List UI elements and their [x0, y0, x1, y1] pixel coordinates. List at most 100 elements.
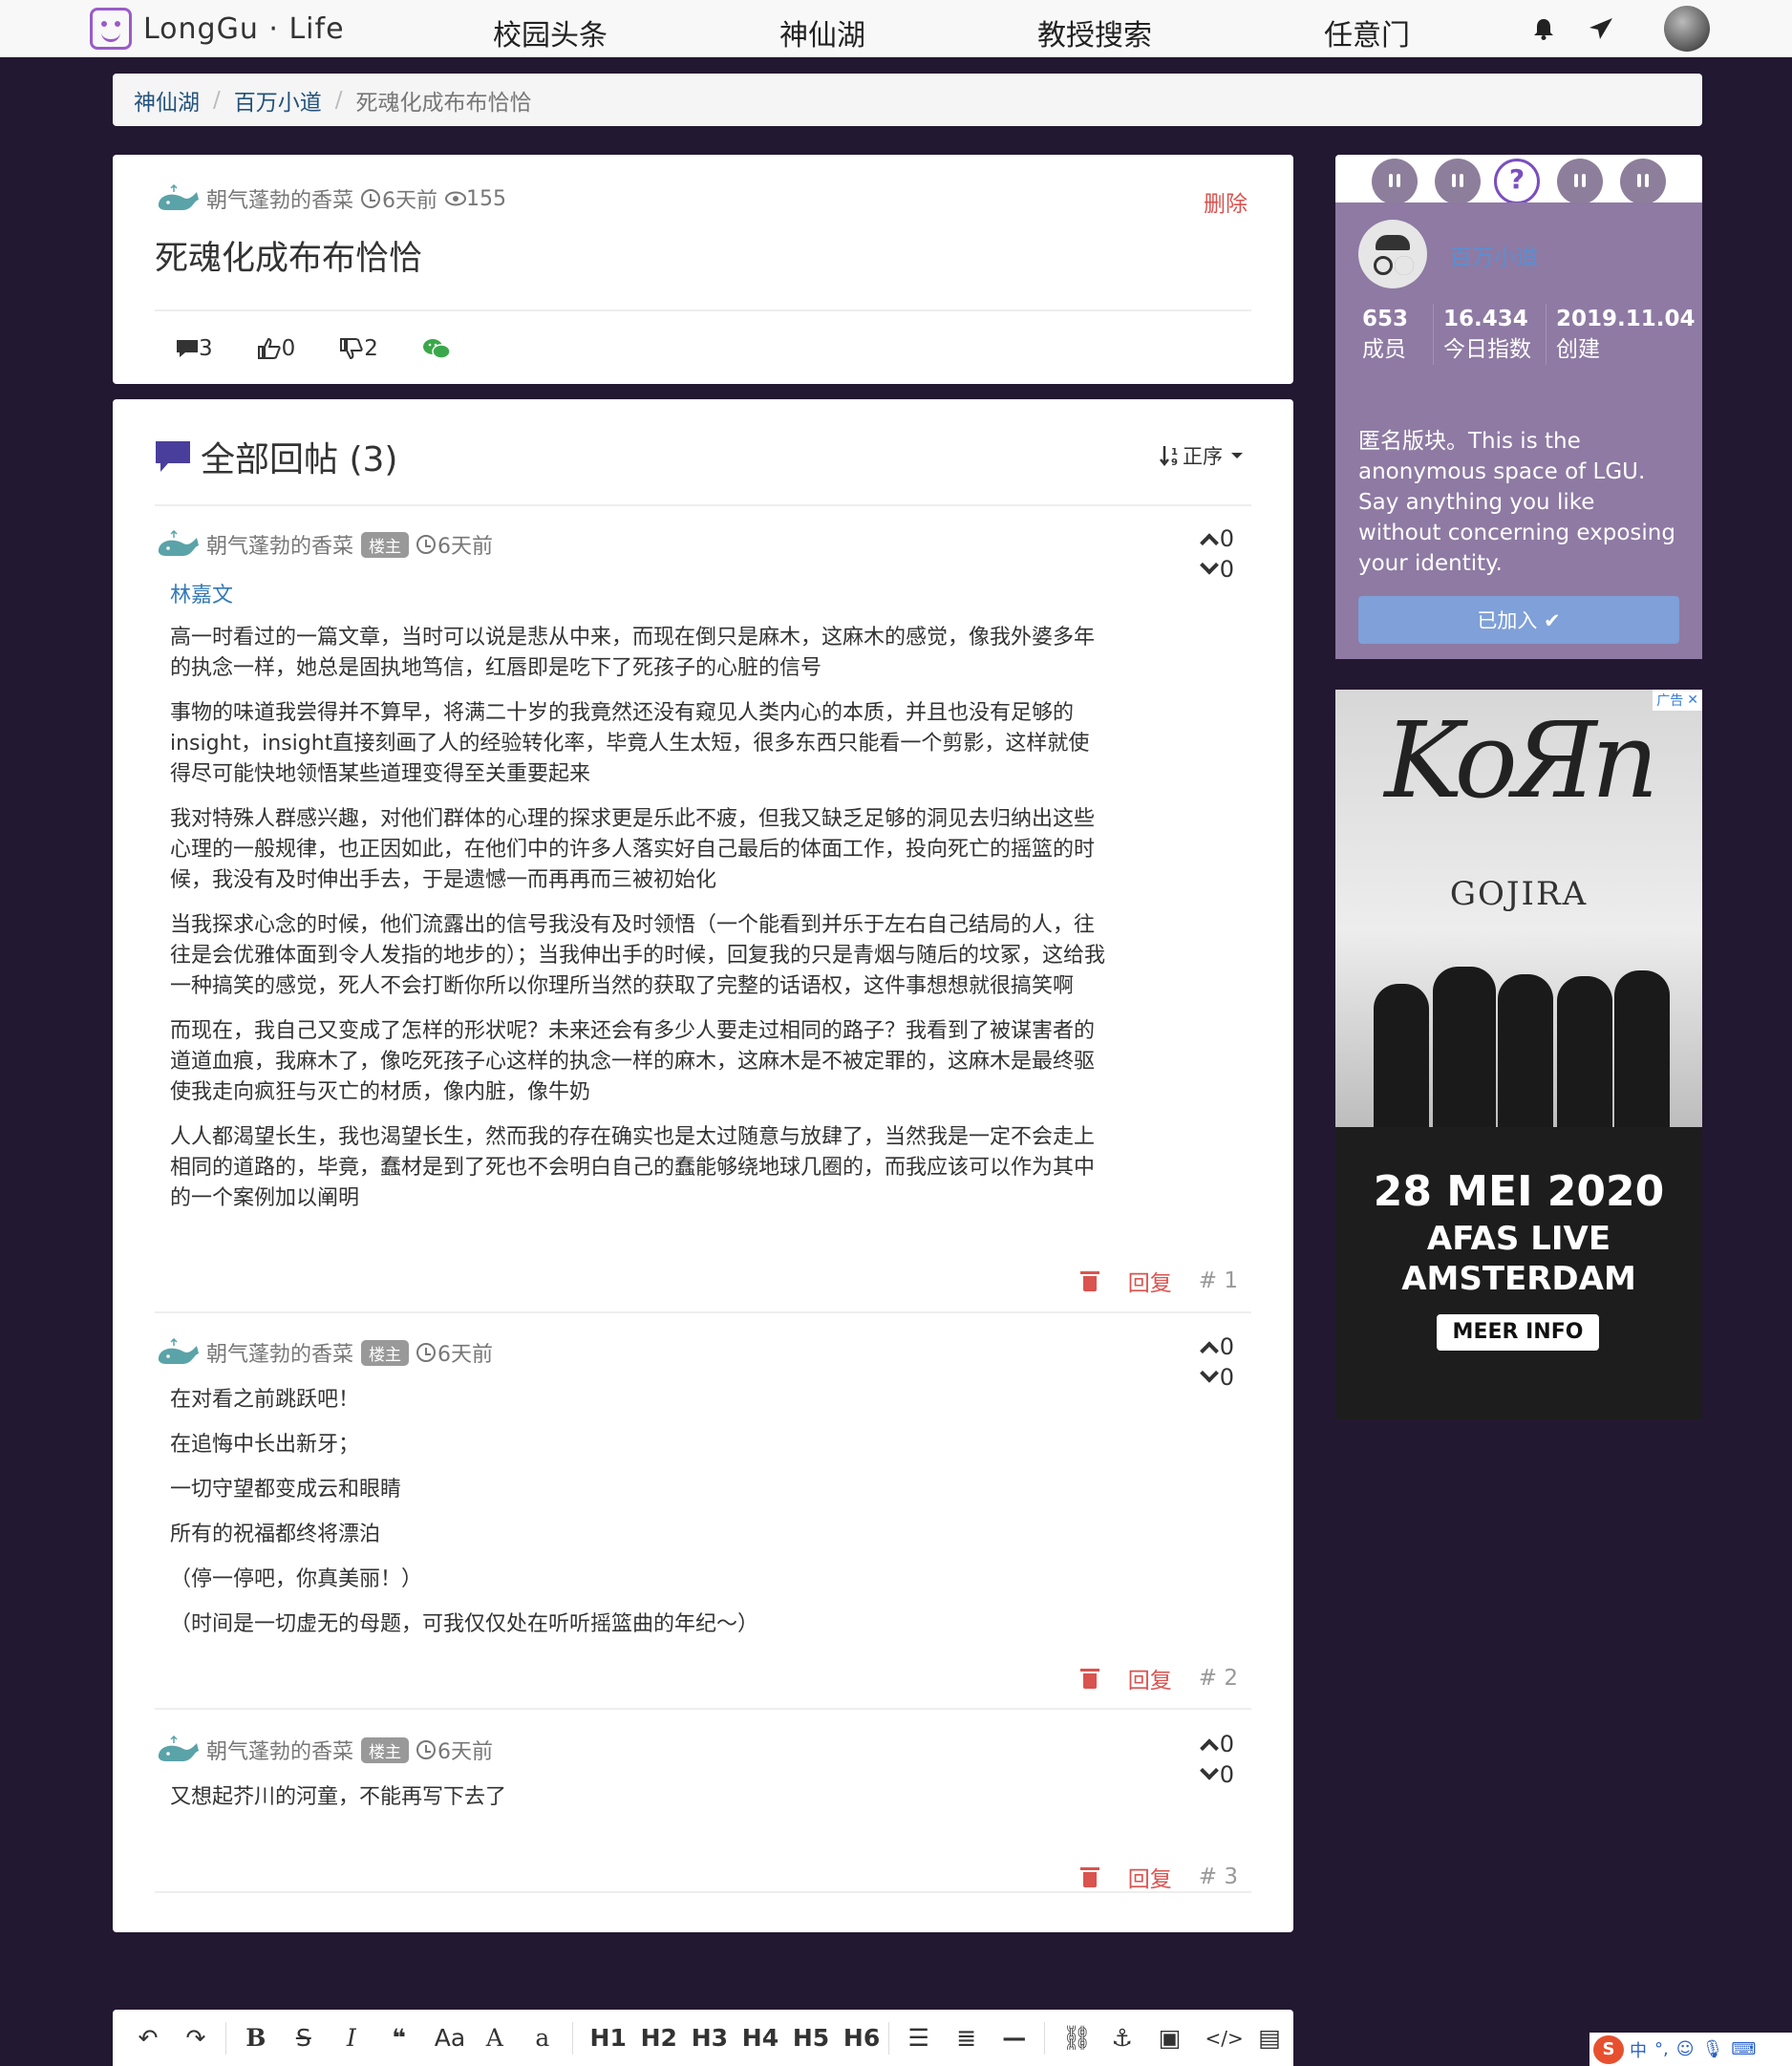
nav-anywhere-door[interactable]: 任意门 — [1324, 11, 1410, 53]
ime-language[interactable]: 中 — [1630, 2037, 1647, 2062]
divider — [155, 1891, 1251, 1893]
board-tab[interactable] — [1620, 159, 1666, 204]
upvote-button[interactable]: 0 — [1199, 1331, 1234, 1362]
heading4-button[interactable]: H4 — [742, 2024, 779, 2052]
reply-body: 林嘉文 高一时看过的一篇文章，当时可以说是悲从中来，而现在倒只是麻木，这麻木的感… — [170, 581, 1106, 1228]
keyboard-icon[interactable]: ⌨ — [1731, 2039, 1756, 2059]
downvote-button[interactable]: 0 — [1199, 1362, 1234, 1393]
undo-icon[interactable]: ↶ — [136, 2024, 160, 2052]
reply-paragraph: 在对看之前跳跃吧！ — [170, 1388, 360, 1412]
trash-icon[interactable] — [1079, 1269, 1099, 1292]
reply-item: 朝气蓬勃的香菜 楼主 6天前 0 0 在对看之前跳跃吧！ 在追悔中长出新牙； 一… — [155, 1333, 1251, 1700]
board-tab-active[interactable]: ? — [1494, 159, 1540, 204]
ime-toolbar[interactable]: S 中 °, ☺ 🎙 ⌨ — [1589, 2033, 1792, 2066]
post-author[interactable]: 朝气蓬勃的香菜 — [206, 183, 353, 214]
board-info-card: 百万小道 653 成员 16.434 今日指数 2019.11.04 创建 匿名… — [1335, 202, 1702, 659]
reply-author[interactable]: 朝气蓬勃的香菜 — [206, 529, 353, 560]
heading1-button[interactable]: H1 — [590, 2024, 627, 2052]
thumbs-down-icon — [340, 338, 363, 359]
joined-button[interactable]: 已加入 ✔ — [1358, 596, 1679, 644]
downvote-count: 0 — [1219, 1761, 1234, 1788]
stat-label: 成员 — [1362, 337, 1406, 362]
heading2-button[interactable]: H2 — [641, 2024, 677, 2052]
sort-icon: 19 — [1160, 446, 1178, 467]
reply-button[interactable]: 回复 — [1128, 1265, 1172, 1297]
link-icon[interactable]: ⛓ — [1062, 2024, 1093, 2053]
italic-button[interactable]: I — [339, 2024, 364, 2052]
breadcrumb-board[interactable]: 百万小道 — [234, 84, 322, 117]
wechat-share-button[interactable] — [422, 336, 451, 361]
eye-icon — [445, 191, 467, 206]
mention-link[interactable]: 林嘉文 — [170, 581, 1106, 611]
downvote-button[interactable]: 0 — [1199, 1759, 1234, 1790]
board-tab[interactable] — [1372, 159, 1418, 204]
reply-author[interactable]: 朝气蓬勃的香菜 — [206, 1735, 353, 1765]
nav-shenxian-lake[interactable]: 神仙湖 — [779, 11, 865, 53]
user-avatar[interactable] — [1664, 6, 1710, 52]
clock-icon — [361, 189, 381, 208]
breadcrumb-shenxian-lake[interactable]: 神仙湖 — [134, 84, 200, 117]
horizontal-rule-icon[interactable]: — — [1002, 2024, 1027, 2052]
trash-icon[interactable] — [1079, 1667, 1099, 1690]
advertisement[interactable]: KoЯn GOJIRA 28 MEI 2020 AFAS LIVE AMSTER… — [1335, 690, 1702, 1419]
quote-icon[interactable]: ❝ — [387, 2024, 412, 2052]
chevron-down-icon — [1199, 1363, 1219, 1383]
microphone-icon[interactable]: 🎙 — [1702, 2039, 1724, 2059]
ad-label: 广告 ✕ — [1653, 690, 1702, 711]
reply-button[interactable]: 回复 — [1128, 1662, 1172, 1694]
stat-number: 16.434 — [1443, 307, 1528, 331]
delete-post-link[interactable]: 删除 — [1204, 185, 1248, 218]
emoji-icon[interactable]: ☺ — [1676, 2039, 1695, 2059]
stat-today-index: 16.434 今日指数 — [1433, 304, 1546, 365]
unordered-list-icon[interactable]: ☰ — [907, 2024, 931, 2052]
uppercase-button[interactable]: A — [482, 2024, 507, 2052]
board-name[interactable]: 百万小道 — [1450, 239, 1538, 271]
reply-meta: 朝气蓬勃的香菜 楼主 6天前 — [155, 1735, 493, 1765]
dislike-button[interactable]: 2 — [339, 336, 378, 361]
ad-more-info-button[interactable]: MEER INFO — [1437, 1314, 1599, 1351]
comment-count-button[interactable]: 3 — [176, 336, 213, 361]
reply-time: 6天前 — [416, 1337, 493, 1368]
ime-punctuation[interactable]: °, — [1654, 2039, 1669, 2059]
heading6-button[interactable]: H6 — [843, 2024, 880, 2052]
reply-button[interactable]: 回复 — [1128, 1861, 1172, 1893]
reply-meta: 朝气蓬勃的香菜 楼主 6天前 — [155, 529, 493, 560]
ordered-list-icon[interactable]: ≣ — [954, 2024, 979, 2052]
downvote-button[interactable]: 0 — [1199, 554, 1234, 585]
replies-header: 全部回帖 (3) — [155, 432, 397, 481]
site-logo[interactable]: LongGu · Life — [90, 8, 345, 50]
board-tab[interactable] — [1435, 159, 1481, 204]
floor-number: # 3 — [1198, 1864, 1238, 1889]
nav-campus-headlines[interactable]: 校园头条 — [493, 11, 608, 53]
svg-text:9: 9 — [1171, 458, 1178, 467]
strikethrough-button[interactable]: S — [291, 2024, 316, 2052]
heading3-button[interactable]: H3 — [692, 2024, 728, 2052]
question-icon: ? — [1508, 163, 1525, 195]
bold-button[interactable]: B — [244, 2024, 268, 2052]
upvote-button[interactable]: 0 — [1199, 523, 1234, 554]
close-icon[interactable]: ✕ — [1687, 692, 1698, 708]
breadcrumb-separator: / — [213, 87, 221, 113]
send-icon[interactable] — [1588, 15, 1614, 42]
anchor-icon[interactable]: ⚓ — [1110, 2024, 1135, 2052]
trash-icon[interactable] — [1079, 1865, 1099, 1888]
image-icon[interactable]: ▣ — [1158, 2024, 1183, 2052]
upvote-button[interactable]: 0 — [1199, 1729, 1234, 1759]
sort-dropdown[interactable]: 19 正序 — [1160, 441, 1244, 470]
reply-author[interactable]: 朝气蓬勃的香菜 — [206, 1337, 353, 1368]
bell-icon[interactable] — [1530, 15, 1557, 42]
nav-professor-search[interactable]: 教授搜索 — [1037, 11, 1152, 53]
like-button[interactable]: 0 — [257, 336, 295, 361]
board-tab[interactable] — [1557, 159, 1603, 204]
file-icon[interactable]: ▤ — [1257, 2024, 1282, 2052]
breadcrumb-separator: / — [334, 87, 343, 113]
code-icon[interactable]: </> — [1205, 2027, 1244, 2050]
divider — [155, 1708, 1251, 1710]
logo-text: LongGu · Life — [143, 11, 345, 46]
lowercase-button[interactable]: a — [530, 2024, 555, 2052]
heading5-button[interactable]: H5 — [793, 2024, 829, 2052]
case-button[interactable]: Aa — [435, 2024, 465, 2052]
redo-icon[interactable]: ↷ — [183, 2024, 208, 2052]
reply-body: 在对看之前跳跃吧！ 在追悔中长出新牙； 一切守望都变成云和眼睛 所有的祝福都终将… — [170, 1385, 1106, 1654]
reply-paragraph: 一切守望都变成云和眼睛 — [170, 1478, 402, 1502]
